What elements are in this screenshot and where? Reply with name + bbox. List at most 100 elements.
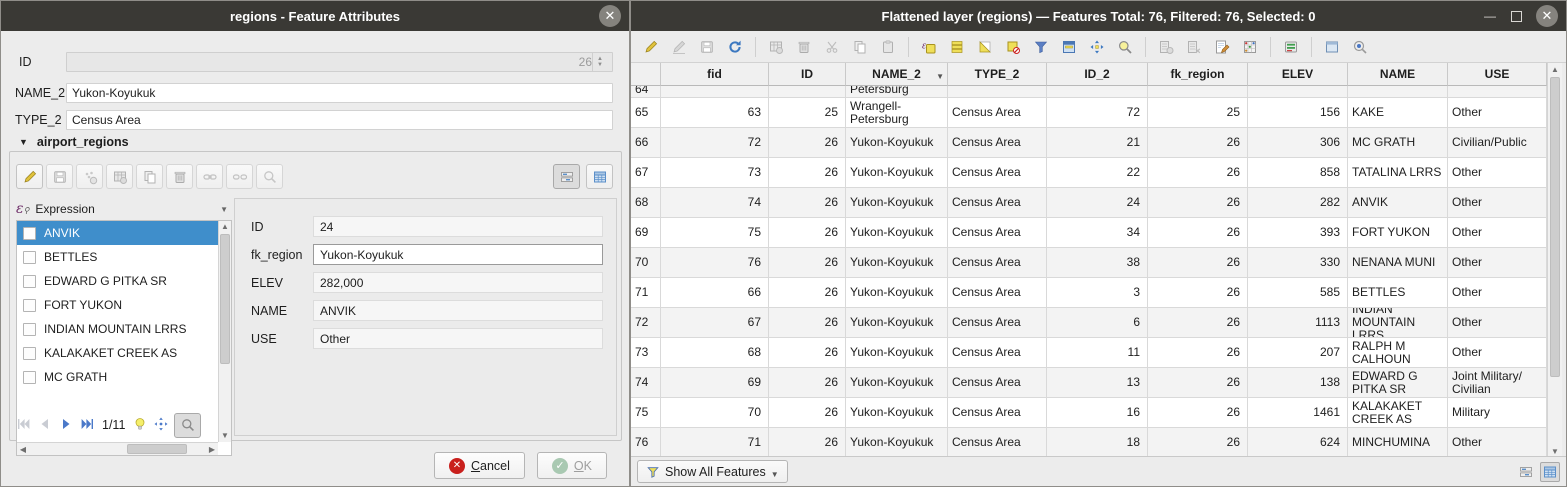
form-view-button[interactable] (553, 164, 580, 189)
cell-id2[interactable]: 6 (1047, 308, 1148, 338)
type2-field[interactable]: Census Area (66, 110, 613, 130)
cell-fk[interactable] (1148, 86, 1248, 98)
reload-button[interactable] (723, 35, 747, 59)
cell-fk[interactable]: 26 (1148, 338, 1248, 368)
list-item[interactable]: KALAKAKET CREEK AS (17, 341, 218, 365)
form-id-field[interactable]: 24 (313, 216, 603, 237)
column-header-use[interactable]: USE (1448, 63, 1547, 86)
save-edits-button[interactable] (46, 164, 73, 189)
cell-type2[interactable]: Census Area (948, 158, 1047, 188)
cell-id[interactable]: 26 (769, 368, 846, 398)
cell-id2[interactable]: 72 (1047, 98, 1148, 128)
cell-name2[interactable]: Petersburg (846, 86, 948, 98)
close-icon[interactable]: ✕ (1536, 5, 1558, 27)
deselect-all-button[interactable] (1001, 35, 1025, 59)
show-all-features-button[interactable]: Show All Features ▼ (637, 460, 788, 483)
select-all-button[interactable] (945, 35, 969, 59)
column-header-fk_region[interactable]: fk_region (1148, 63, 1248, 86)
cell-fk[interactable]: 26 (1148, 278, 1248, 308)
cell-fid[interactable]: 67 (661, 308, 769, 338)
list-item[interactable]: BETTLES (17, 245, 218, 269)
list-vertical-scrollbar[interactable]: ▲ ▼ (218, 221, 231, 442)
cell-elev[interactable]: 207 (1248, 338, 1348, 368)
table-row[interactable]: 716626Yukon-KoyukukCensus Area326585BETT… (631, 278, 1547, 308)
cell-fid[interactable]: 73 (661, 158, 769, 188)
cell-elev[interactable] (1248, 86, 1348, 98)
row-number[interactable]: 65 (631, 98, 661, 128)
cell-type2[interactable]: Census Area (948, 368, 1047, 398)
copy-button[interactable] (848, 35, 872, 59)
cell-name[interactable]: KAKE (1348, 98, 1448, 128)
cell-use[interactable]: Other (1448, 98, 1547, 128)
new-field-button[interactable] (1154, 35, 1178, 59)
cell-name[interactable]: KALAKAKET CREEK AS (1348, 398, 1448, 428)
cell-id[interactable]: 25 (769, 98, 846, 128)
cell-id[interactable]: 26 (769, 218, 846, 248)
cell-id[interactable]: 26 (769, 308, 846, 338)
toggle-editing-button[interactable] (639, 35, 663, 59)
unlink-feature-button[interactable] (226, 164, 253, 189)
cell-elev[interactable]: 393 (1248, 218, 1348, 248)
cell-fk[interactable]: 26 (1148, 398, 1248, 428)
cell-fid[interactable]: 71 (661, 428, 769, 458)
ok-button[interactable]: ✓ OK (537, 452, 607, 479)
table-row[interactable]: 697526Yukon-KoyukukCensus Area3426393FOR… (631, 218, 1547, 248)
move-selection-top-button[interactable] (1057, 35, 1081, 59)
cell-id[interactable]: 26 (769, 128, 846, 158)
cell-name[interactable]: TATALINA LRRS (1348, 158, 1448, 188)
cell-use[interactable]: Other (1448, 428, 1547, 458)
pan-to-feature-button[interactable] (153, 416, 169, 435)
table-row[interactable]: 677326Yukon-KoyukukCensus Area2226858TAT… (631, 158, 1547, 188)
cell-type2[interactable]: Census Area (948, 98, 1047, 128)
cell-type2[interactable]: Census Area (948, 248, 1047, 278)
field-calculator-button[interactable] (1210, 35, 1234, 59)
last-feature-button[interactable] (79, 416, 95, 435)
highlight-toggle-button[interactable] (132, 416, 148, 435)
cell-id2[interactable]: 34 (1047, 218, 1148, 248)
cell-elev[interactable]: 330 (1248, 248, 1348, 278)
cell-use[interactable]: Other (1448, 158, 1547, 188)
cell-id[interactable] (769, 86, 846, 98)
cell-fk[interactable]: 26 (1148, 158, 1248, 188)
close-icon[interactable]: ✕ (599, 5, 621, 27)
row-number[interactable]: 69 (631, 218, 661, 248)
column-header-id[interactable]: ID (769, 63, 846, 86)
cell-name[interactable]: MINCHUMINA (1348, 428, 1448, 458)
cell-name2[interactable]: Yukon-Koyukuk (846, 278, 948, 308)
cell-type2[interactable]: Census Area (948, 428, 1047, 458)
invert-selection-button[interactable] (973, 35, 997, 59)
highlight-feature-button[interactable] (256, 164, 283, 189)
cell-use[interactable]: Military (1448, 398, 1547, 428)
table-vscroll-thumb[interactable] (1550, 77, 1560, 377)
cell-fid[interactable]: 63 (661, 98, 769, 128)
row-number[interactable]: 75 (631, 398, 661, 428)
cell-id[interactable]: 26 (769, 428, 846, 458)
form-elev-field[interactable]: 282,000 (313, 272, 603, 293)
cell-use[interactable]: Other (1448, 278, 1547, 308)
name2-field[interactable]: Yukon-Koyukuk (66, 83, 613, 103)
cell-fid[interactable]: 74 (661, 188, 769, 218)
add-point-feature-button[interactable] (76, 164, 103, 189)
conditional-formatting-button[interactable] (1238, 35, 1262, 59)
expression-dropdown[interactable]: ε⚲ Expression ▼ (16, 198, 232, 220)
cell-name2[interactable]: Yukon-Koyukuk (846, 248, 948, 278)
cell-elev[interactable]: 138 (1248, 368, 1348, 398)
minimize-icon[interactable]: — (1483, 9, 1497, 23)
cell-id2[interactable]: 21 (1047, 128, 1148, 158)
cell-type2[interactable]: Census Area (948, 338, 1047, 368)
cell-fid[interactable]: 76 (661, 248, 769, 278)
column-header-name[interactable]: NAME (1348, 63, 1448, 86)
table-row[interactable]: 64 Petersburg (631, 86, 1547, 98)
cell-id2[interactable] (1047, 86, 1148, 98)
form-view-toggle[interactable] (1516, 462, 1536, 482)
cell-fk[interactable]: 25 (1148, 98, 1248, 128)
table-vertical-scrollbar[interactable]: ▲ ▼ (1547, 63, 1562, 458)
row-number[interactable]: 64 (631, 86, 661, 98)
table-row[interactable]: 757026Yukon-KoyukukCensus Area16261461KA… (631, 398, 1547, 428)
table-row[interactable]: 767126Yukon-KoyukukCensus Area1826624MIN… (631, 428, 1547, 458)
cell-use[interactable]: Other (1448, 218, 1547, 248)
form-use-field[interactable]: Other (313, 328, 603, 349)
spinner-icons[interactable]: ▲▼ (592, 52, 607, 72)
corner-cell[interactable] (631, 63, 661, 86)
multiedit-button[interactable] (667, 35, 691, 59)
